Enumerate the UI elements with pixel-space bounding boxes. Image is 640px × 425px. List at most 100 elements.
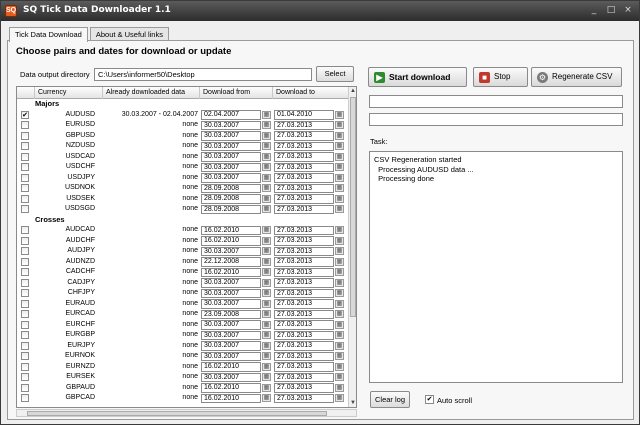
row-checkbox[interactable] xyxy=(21,289,29,297)
download-from-field[interactable]: 16.02.2010 xyxy=(201,225,261,235)
tab-tick-data-download[interactable]: Tick Data Download xyxy=(9,27,88,42)
calendar-icon[interactable]: ▦ xyxy=(262,394,271,402)
download-to-field[interactable]: 27.03.2013 xyxy=(274,309,334,319)
calendar-icon[interactable]: ▦ xyxy=(262,341,271,350)
download-from-field[interactable]: 16.02.2010 xyxy=(201,383,261,393)
output-dir-field[interactable]: C:\Users\informer50\Desktop xyxy=(94,68,312,81)
calendar-icon[interactable]: ▦ xyxy=(335,278,344,287)
auto-scroll-checkbox[interactable]: ✔ xyxy=(425,395,434,404)
column-header-downloaded[interactable]: Already downloaded data xyxy=(103,87,200,99)
row-checkbox[interactable] xyxy=(21,352,29,360)
calendar-icon[interactable]: ▦ xyxy=(335,310,344,318)
download-to-field[interactable]: 27.03.2013 xyxy=(274,267,334,277)
calendar-icon[interactable]: ▦ xyxy=(335,226,344,234)
calendar-icon[interactable]: ▦ xyxy=(335,163,344,171)
maximize-button[interactable]: □ xyxy=(604,4,618,18)
calendar-icon[interactable]: ▦ xyxy=(262,310,271,318)
calendar-icon[interactable]: ▦ xyxy=(262,247,271,255)
download-to-field[interactable]: 27.03.2013 xyxy=(274,393,334,403)
row-checkbox[interactable] xyxy=(21,299,29,308)
tab-about-useful-links[interactable]: About & Useful links xyxy=(89,27,169,41)
regenerate-csv-button[interactable]: ⚙ Regenerate CSV xyxy=(531,67,622,87)
download-to-field[interactable]: 27.03.2013 xyxy=(274,383,334,393)
row-checkbox[interactable] xyxy=(21,121,29,129)
calendar-icon[interactable]: ▦ xyxy=(335,268,344,276)
column-header-to[interactable]: Download to xyxy=(273,87,349,99)
scroll-down-icon[interactable]: ▼ xyxy=(349,399,356,407)
download-to-field[interactable]: 27.03.2013 xyxy=(274,320,334,330)
table-row[interactable]: GBPUSD none 30.03.2007 ▦ 27.03.2013 ▦ xyxy=(17,131,349,142)
download-from-field[interactable]: 30.03.2007 xyxy=(201,120,261,130)
download-from-field[interactable]: 23.09.2008 xyxy=(201,309,261,319)
download-from-field[interactable]: 16.02.2010 xyxy=(201,362,261,372)
table-row[interactable]: USDCAD none 30.03.2007 ▦ 27.03.2013 ▦ xyxy=(17,152,349,163)
download-to-field[interactable]: 27.03.2013 xyxy=(274,236,334,246)
table-row[interactable]: EURNOK none 30.03.2007 ▦ 27.03.2013 ▦ xyxy=(17,351,349,362)
clear-log-button[interactable]: Clear log xyxy=(370,391,410,408)
row-checkbox[interactable] xyxy=(21,184,29,192)
title-bar[interactable]: SQ SQ Tick Data Downloader 1.1 _ □ × xyxy=(1,1,639,21)
download-to-field[interactable]: 27.03.2013 xyxy=(274,141,334,151)
download-to-field[interactable]: 27.03.2013 xyxy=(274,131,334,141)
calendar-icon[interactable]: ▦ xyxy=(262,205,271,213)
download-from-field[interactable]: 30.03.2007 xyxy=(201,330,261,340)
download-from-field[interactable]: 30.03.2007 xyxy=(201,246,261,256)
download-from-field[interactable]: 02.04.2007 xyxy=(201,110,261,120)
download-from-field[interactable]: 28.09.2008 xyxy=(201,204,261,214)
download-to-field[interactable]: 27.03.2013 xyxy=(274,362,334,372)
close-button[interactable]: × xyxy=(621,4,635,18)
download-to-field[interactable]: 27.03.2013 xyxy=(274,173,334,183)
download-to-field[interactable]: 27.03.2013 xyxy=(274,246,334,256)
download-to-field[interactable]: 27.03.2013 xyxy=(274,194,334,204)
table-row[interactable]: AUDJPY none 30.03.2007 ▦ 27.03.2013 ▦ xyxy=(17,246,349,257)
row-checkbox[interactable] xyxy=(21,383,29,392)
table-row[interactable]: ✔ AUDUSD 30.03.2007 - 02.04.2007 02.04.2007… xyxy=(17,110,349,121)
calendar-icon[interactable]: ▦ xyxy=(335,289,344,297)
table-row[interactable]: CADJPY none 30.03.2007 ▦ 27.03.2013 ▦ xyxy=(17,278,349,289)
row-checkbox[interactable] xyxy=(21,394,29,402)
table-row[interactable]: CHFJPY none 30.03.2007 ▦ 27.03.2013 ▦ xyxy=(17,288,349,299)
hscrollbar-thumb[interactable] xyxy=(27,411,327,416)
row-checkbox[interactable] xyxy=(21,341,29,350)
download-to-field[interactable]: 27.03.2013 xyxy=(274,299,334,309)
column-header-from[interactable]: Download from xyxy=(200,87,273,99)
calendar-icon[interactable]: ▦ xyxy=(335,184,344,192)
row-checkbox[interactable] xyxy=(21,152,29,161)
calendar-icon[interactable]: ▦ xyxy=(262,257,271,266)
calendar-icon[interactable]: ▦ xyxy=(335,121,344,129)
download-to-field[interactable]: 27.03.2013 xyxy=(274,183,334,193)
calendar-icon[interactable]: ▦ xyxy=(335,394,344,402)
row-checkbox[interactable] xyxy=(21,205,29,213)
calendar-icon[interactable]: ▦ xyxy=(262,320,271,329)
download-from-field[interactable]: 30.03.2007 xyxy=(201,351,261,361)
row-checkbox[interactable] xyxy=(21,173,29,182)
row-checkbox[interactable] xyxy=(21,257,29,266)
calendar-icon[interactable]: ▦ xyxy=(262,110,271,119)
row-checkbox[interactable] xyxy=(21,142,29,150)
row-checkbox[interactable] xyxy=(21,268,29,276)
task-log[interactable]: CSV Regeneration started Processing AUDU… xyxy=(369,151,623,383)
download-from-field[interactable]: 30.03.2007 xyxy=(201,288,261,298)
download-from-field[interactable]: 16.02.2010 xyxy=(201,393,261,403)
table-row[interactable]: CADCHF none 16.02.2010 ▦ 27.03.2013 ▦ xyxy=(17,267,349,278)
calendar-icon[interactable]: ▦ xyxy=(262,373,271,381)
download-from-field[interactable]: 28.09.2008 xyxy=(201,183,261,193)
calendar-icon[interactable]: ▦ xyxy=(262,184,271,192)
calendar-icon[interactable]: ▦ xyxy=(335,205,344,213)
row-checkbox[interactable] xyxy=(21,320,29,329)
scrollbar-thumb[interactable] xyxy=(350,97,356,317)
table-row[interactable]: EURAUD none 30.03.2007 ▦ 27.03.2013 ▦ xyxy=(17,299,349,310)
download-from-field[interactable]: 30.03.2007 xyxy=(201,173,261,183)
calendar-icon[interactable]: ▦ xyxy=(262,383,271,392)
calendar-icon[interactable]: ▦ xyxy=(335,373,344,381)
calendar-icon[interactable]: ▦ xyxy=(262,121,271,129)
download-to-field[interactable]: 27.03.2013 xyxy=(274,372,334,382)
calendar-icon[interactable]: ▦ xyxy=(262,278,271,287)
row-checkbox[interactable] xyxy=(21,310,29,318)
table-row[interactable]: EURUSD none 30.03.2007 ▦ 27.03.2013 ▦ xyxy=(17,120,349,131)
table-row[interactable]: AUDNZD none 22.12.2008 ▦ 27.03.2013 ▦ xyxy=(17,257,349,268)
calendar-icon[interactable]: ▦ xyxy=(262,352,271,360)
select-dir-button[interactable]: Select xyxy=(316,66,354,82)
table-row[interactable]: AUDCAD none 16.02.2010 ▦ 27.03.2013 ▦ xyxy=(17,225,349,236)
row-checkbox[interactable] xyxy=(21,131,29,140)
